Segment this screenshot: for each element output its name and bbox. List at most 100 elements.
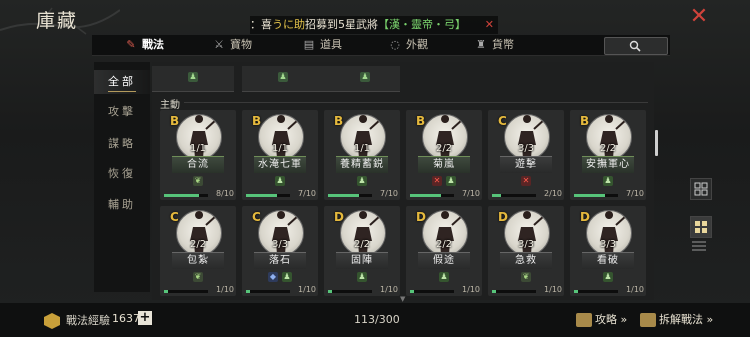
progress-bar [410, 290, 454, 293]
tactic-name: 遊擊 [500, 156, 552, 173]
tactics-count: 113/300 [354, 313, 400, 326]
sidebar-item-attack[interactable]: 攻擊 [94, 100, 150, 124]
tab-bar: ✎ 戰法 ⚔ 寶物 ▤ 道具 ◌ 外觀 ♜ 貨幣 [92, 35, 670, 56]
tactic-card[interactable]: C 3/3 落石 ◆ ♟ 1/10 [242, 206, 318, 296]
level-label: 1/1 [271, 143, 289, 154]
tab-label: 戰法 [142, 38, 164, 51]
leaf-icon: ❦ [521, 272, 531, 282]
tab-appearance[interactable]: ◌ 外觀 [388, 35, 428, 55]
grade-label: C [170, 210, 179, 224]
announcement-close-icon[interactable]: ✕ [485, 16, 494, 34]
close-button[interactable]: ✕ [688, 6, 710, 28]
list-icon [692, 241, 706, 251]
progress-fill [164, 194, 200, 197]
man-icon: ♟ [446, 176, 456, 186]
cross-icon: ✕ [432, 176, 442, 186]
level-label: 2/2 [599, 143, 617, 154]
tactic-card[interactable]: B 1/1 養精蓄鋭 ♟ 7/10 [324, 110, 400, 200]
book-icon [576, 313, 592, 327]
tactic-card[interactable]: B 1/1 合流 ❦ 8/10 [160, 110, 236, 200]
progress-count: 1/10 [298, 285, 316, 294]
grade-label: B [580, 114, 590, 128]
list-view-button[interactable] [692, 236, 706, 251]
sidebar-item-all[interactable]: 全部 [94, 70, 150, 94]
progress-bar [328, 290, 372, 293]
level-label: 2/2 [435, 239, 453, 250]
guide-button[interactable]: 攻略 » [576, 311, 627, 327]
tactic-card[interactable]: B 1/1 水淹七軍 ♟ 7/10 [242, 110, 318, 200]
man-icon: ♟ [282, 272, 292, 282]
progress-fill [574, 290, 579, 293]
progress-count: 7/10 [626, 189, 644, 198]
badge-row: ❦ [488, 272, 564, 282]
footer-bar: 戰法經驗 1637 + 113/300 攻略 » 拆解戰法 » [0, 303, 750, 337]
progress-count: 1/10 [462, 285, 480, 294]
tactic-card[interactable]: B 2/2 安撫軍心 ♟ 7/10 [570, 110, 646, 200]
leaf-icon: ❦ [193, 272, 203, 282]
progress-fill [492, 194, 501, 197]
progress-count: 7/10 [380, 189, 398, 198]
grid-view-button[interactable] [690, 178, 712, 200]
badge-row: ✕ [488, 176, 564, 186]
progress-count: 1/10 [216, 285, 234, 294]
scrollbar[interactable] [655, 130, 658, 156]
announcement-text: 招募到5星武將 [305, 18, 378, 31]
announcement-banner: ：喜うに助招募到5星武將【漢・靈帝・弓】 ✕ [250, 16, 498, 34]
badge-row: ♟ [324, 176, 400, 186]
announcement-name: うに助 [272, 18, 305, 31]
level-label: 2/2 [189, 239, 207, 250]
grade-label: B [334, 114, 344, 128]
list-item[interactable]: ♟ [324, 66, 400, 92]
progress-bar [492, 194, 536, 197]
level-label: 3/3 [517, 143, 535, 154]
badge-row: ◆ ♟ [242, 272, 318, 282]
tab-items[interactable]: ▤ 道具 [302, 35, 342, 55]
tab-treasure[interactable]: ⚔ 寶物 [212, 35, 252, 55]
progress-fill [410, 194, 441, 197]
tactic-card[interactable]: C 3/3 遊擊 ✕ 2/10 [488, 110, 564, 200]
add-exp-button[interactable]: + [138, 311, 152, 325]
currency-icon: ♜ [476, 38, 486, 51]
sidebar-item-recovery[interactable]: 恢復 [94, 162, 150, 186]
progress-fill [164, 290, 169, 293]
grade-label: B [252, 114, 262, 128]
tactic-card[interactable]: D 2/2 固陣 ♟ 1/10 [324, 206, 400, 296]
badge-row: ❦ [160, 176, 236, 186]
sidebar-item-support[interactable]: 輔助 [94, 193, 150, 217]
list-item[interactable]: ♟ [152, 66, 234, 92]
grade-label: D [416, 210, 426, 224]
card-view-button[interactable] [690, 216, 712, 238]
card-view-icon [695, 221, 707, 233]
progress-fill [574, 194, 605, 197]
sidebar-item-strategy[interactable]: 謀略 [94, 132, 150, 156]
progress-fill [492, 290, 497, 293]
tactic-card[interactable]: D 2/2 假途 ♟ 1/10 [406, 206, 482, 296]
tactic-name: 看破 [582, 252, 634, 269]
tab-tactics[interactable]: ✎ 戰法 [124, 35, 164, 55]
progress-count: 1/10 [380, 285, 398, 294]
announcement-prefix: ：喜 [250, 18, 272, 31]
tactic-name: 落石 [254, 252, 306, 269]
tactic-card[interactable]: D 3/3 看破 ♟ 1/10 [570, 206, 646, 296]
grade-label: C [252, 210, 261, 224]
man-icon: ♟ [275, 176, 285, 186]
list-item[interactable]: ♟ [242, 66, 324, 92]
grade-label: C [498, 114, 507, 128]
tactic-card[interactable]: C 2/2 包紮 ❦ 1/10 [160, 206, 236, 296]
exp-value: 1637 [112, 312, 140, 325]
progress-bar [410, 194, 454, 197]
search-button[interactable] [604, 37, 668, 55]
scroll-down-icon: ▼ [400, 295, 406, 303]
progress-bar [492, 290, 536, 293]
grade-label: D [498, 210, 508, 224]
badge-row: ✕ ♟ [406, 176, 482, 186]
tactic-name: 急救 [500, 252, 552, 269]
progress-bar [246, 194, 290, 197]
tab-currency[interactable]: ♜ 貨幣 [474, 35, 514, 55]
tactic-card[interactable]: B 2/2 菊嵐 ✕ ♟ 7/10 [406, 110, 482, 200]
tactic-card[interactable]: D 3/3 急救 ❦ 1/10 [488, 206, 564, 296]
sidebar: 全部 攻擊 謀略 恢復 輔助 [94, 62, 150, 292]
decompose-button[interactable]: 拆解戰法 » [640, 311, 713, 327]
tactics-list[interactable]: ♟ ♟ ♟ 主動 B 1/1 合流 ❦ 8/10 B 1/1 水淹七軍 ♟ 7/10 B 1/1 養精蓄… [152, 62, 654, 300]
progress-fill [246, 290, 251, 293]
